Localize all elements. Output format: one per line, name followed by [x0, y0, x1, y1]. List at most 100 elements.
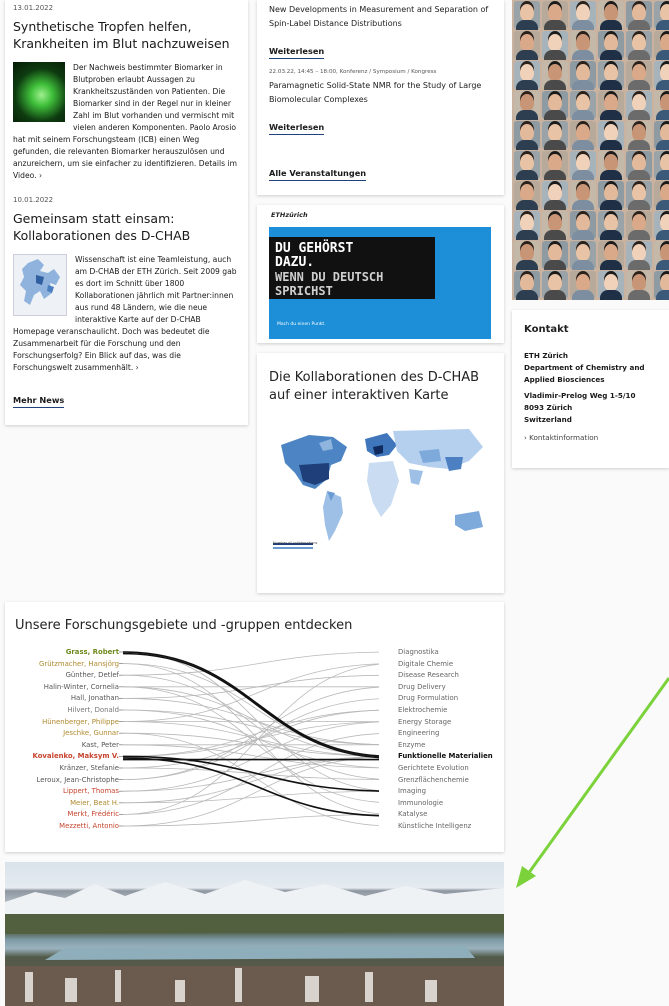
person-photo[interactable] [542, 181, 568, 210]
research-area-name[interactable]: Energy Storage [398, 717, 502, 729]
person-photo[interactable] [626, 1, 652, 30]
person-photo[interactable] [570, 271, 596, 300]
research-group-name[interactable]: Hünenberger, Philippe [11, 717, 119, 729]
people-photo-grid[interactable] [512, 0, 669, 300]
person-photo[interactable] [654, 211, 669, 240]
person-photo[interactable] [654, 121, 669, 150]
research-group-name[interactable]: Kovalenko, Maksym V. [11, 751, 119, 763]
person-photo[interactable] [570, 211, 596, 240]
person-photo[interactable] [626, 121, 652, 150]
person-photo[interactable] [654, 151, 669, 180]
person-photo[interactable] [626, 61, 652, 90]
person-photo[interactable] [542, 31, 568, 60]
person-photo[interactable] [570, 61, 596, 90]
person-photo[interactable] [626, 211, 652, 240]
person-photo[interactable] [626, 241, 652, 270]
news-thumbnail[interactable] [13, 62, 65, 122]
event-title[interactable]: Paramagnetic Solid-State NMR for the Stu… [269, 79, 492, 107]
person-photo[interactable] [598, 211, 624, 240]
research-group-name[interactable]: Hall, Jonathan [11, 693, 119, 705]
research-area-name[interactable]: Digitale Chemie [398, 659, 502, 671]
person-photo[interactable] [514, 241, 540, 270]
person-photo[interactable] [570, 121, 596, 150]
more-news-link[interactable]: Mehr News [13, 395, 65, 408]
person-photo[interactable] [514, 31, 540, 60]
person-photo[interactable] [542, 151, 568, 180]
research-area-name[interactable]: Künstliche Intelligenz [398, 821, 502, 833]
person-photo[interactable] [598, 61, 624, 90]
person-photo[interactable] [654, 91, 669, 120]
person-photo[interactable] [542, 211, 568, 240]
person-photo[interactable] [654, 1, 669, 30]
research-area-name[interactable]: Imaging [398, 786, 502, 798]
person-photo[interactable] [570, 151, 596, 180]
person-photo[interactable] [598, 31, 624, 60]
research-card[interactable]: Unsere Forschungsgebiete und -gruppen en… [5, 602, 504, 852]
person-photo[interactable] [514, 61, 540, 90]
person-photo[interactable] [514, 181, 540, 210]
person-photo[interactable] [542, 61, 568, 90]
research-area-name[interactable]: Katalyse [398, 809, 502, 821]
research-area-name[interactable]: Gerichtete Evolution [398, 763, 502, 775]
research-area-name[interactable]: Elektrochemie [398, 705, 502, 717]
person-photo[interactable] [654, 271, 669, 300]
research-area-name[interactable]: Diagnostika [398, 647, 502, 659]
person-photo[interactable] [626, 271, 652, 300]
person-photo[interactable] [542, 91, 568, 120]
research-area-name[interactable]: Grenzflächenchemie [398, 775, 502, 787]
person-photo[interactable] [654, 61, 669, 90]
person-photo[interactable] [514, 151, 540, 180]
person-photo[interactable] [598, 151, 624, 180]
event-read-more-link[interactable]: Weiterlesen [269, 46, 325, 59]
person-photo[interactable] [542, 121, 568, 150]
person-photo[interactable] [570, 91, 596, 120]
contact-info-link[interactable]: › Kontaktinformation [524, 432, 664, 444]
person-photo[interactable] [598, 91, 624, 120]
research-area-name[interactable]: Enzyme [398, 740, 502, 752]
research-group-name[interactable]: Hilvert, Donald [11, 705, 119, 717]
event-read-more-link[interactable]: Weiterlesen [269, 122, 325, 135]
map-card-title[interactable]: Die Kollaborationen des D-CHAB auf einer… [269, 369, 499, 405]
person-photo[interactable] [542, 1, 568, 30]
research-group-name[interactable]: Halin-Winter, Cornelia [11, 682, 119, 694]
research-group-name[interactable]: Günther, Detlef [11, 670, 119, 682]
research-group-name[interactable]: Grützmacher, Hansjörg [11, 659, 119, 671]
person-photo[interactable] [570, 31, 596, 60]
research-group-name[interactable]: Kränzer, Stefanie [11, 763, 120, 775]
person-photo[interactable] [598, 181, 624, 210]
map-card[interactable]: Die Kollaborationen des D-CHAB auf einer… [257, 353, 504, 593]
world-map[interactable] [269, 421, 494, 581]
research-area-name[interactable]: Funktionelle Materialien [398, 751, 502, 763]
person-photo[interactable] [654, 241, 669, 270]
person-photo[interactable] [514, 121, 540, 150]
research-group-name[interactable]: Jeschke, Gunnar [11, 728, 119, 740]
person-photo[interactable] [598, 241, 624, 270]
research-group-name[interactable]: Leroux, Jean-Christophe [11, 775, 119, 787]
research-group-name[interactable]: Kast, Peter [11, 740, 119, 752]
person-photo[interactable] [654, 31, 669, 60]
person-photo[interactable] [514, 271, 540, 300]
research-area-name[interactable]: Drug Delivery [398, 682, 502, 694]
person-photo[interactable] [598, 121, 624, 150]
person-photo[interactable] [570, 181, 596, 210]
person-photo[interactable] [626, 181, 652, 210]
research-area-name[interactable]: Immunologie [398, 798, 502, 810]
person-photo[interactable] [514, 91, 540, 120]
person-photo[interactable] [514, 211, 540, 240]
banner-card[interactable]: ETHzürich DU GEHÖRST DAZU. WENN DU DEUTS… [257, 205, 504, 343]
research-area-name[interactable]: Disease Research [398, 670, 502, 682]
person-photo[interactable] [654, 181, 669, 210]
research-group-name[interactable]: Meier, Beat H. [11, 798, 119, 810]
person-photo[interactable] [626, 151, 652, 180]
news-thumbnail[interactable] [13, 254, 67, 316]
news-title[interactable]: Gemeinsam statt einsam: Kollaborationen … [13, 210, 240, 244]
research-group-name[interactable]: Merkt, Frédéric [11, 809, 119, 821]
news-title[interactable]: Synthetische Tropfen helfen, Krankheiten… [13, 18, 240, 52]
person-photo[interactable] [542, 271, 568, 300]
person-photo[interactable] [626, 31, 652, 60]
research-area-name[interactable]: Drug Formulation [398, 693, 502, 705]
person-photo[interactable] [542, 241, 568, 270]
person-photo[interactable] [626, 91, 652, 120]
all-events-link[interactable]: Alle Veranstaltungen [269, 168, 367, 181]
person-photo[interactable] [598, 271, 624, 300]
